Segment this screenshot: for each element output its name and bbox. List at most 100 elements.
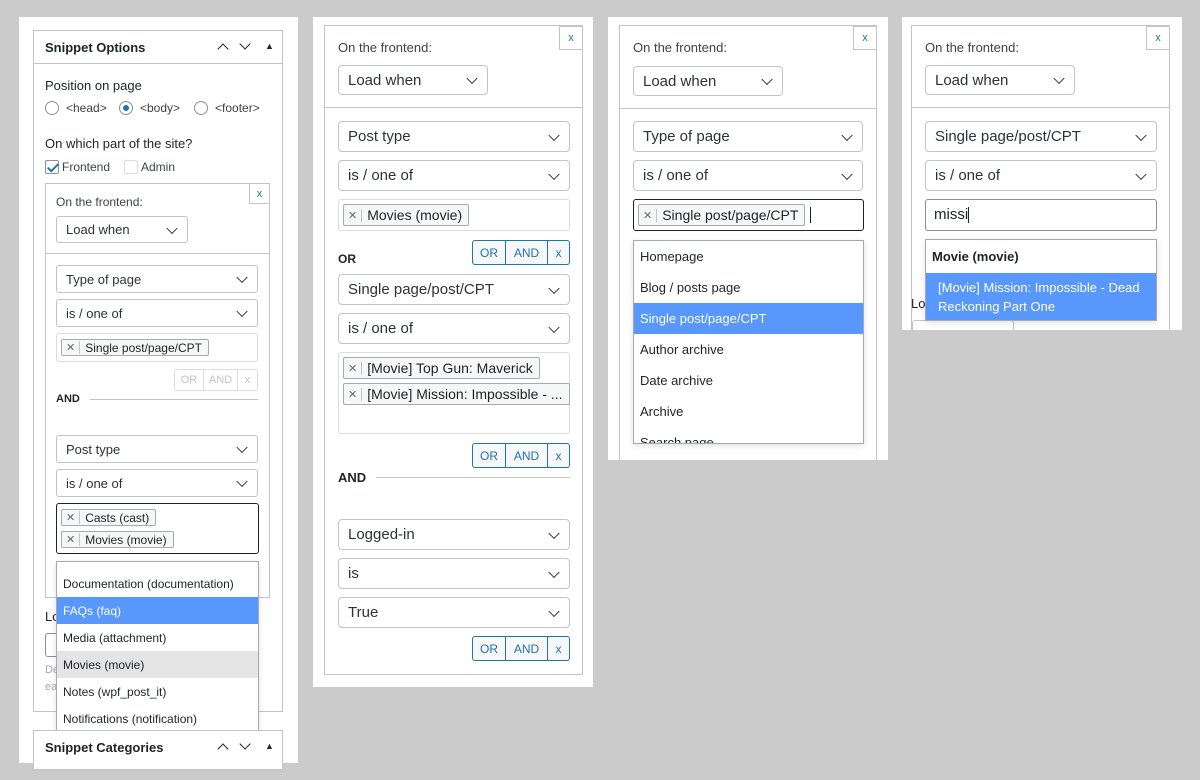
remove-tag-icon[interactable]: ✕ [66, 341, 81, 354]
remove-button[interactable]: x [238, 369, 258, 391]
radio-footer[interactable] [194, 101, 208, 115]
operator-select-2[interactable]: is / one of [56, 469, 258, 497]
dropdown-option[interactable]: Notifications (notification) [57, 705, 258, 732]
tag-label: Movies (movie) [367, 207, 463, 223]
frontend-checkbox[interactable] [45, 160, 59, 174]
and-divider-line [90, 399, 258, 400]
chevron-down-icon [236, 475, 248, 488]
close-conditions-button-3[interactable]: x [853, 26, 877, 50]
operator-select-p2b[interactable]: is / one of [338, 313, 570, 344]
condition-button-group-2: OR AND x [472, 240, 570, 265]
operator-select[interactable]: is / one of [56, 299, 258, 327]
page-type-dropdown: Homepage Blog / posts page Single post/p… [633, 240, 864, 444]
load-when-select[interactable]: Load when [56, 216, 188, 243]
operator-value-p2a: is / one of [348, 167, 414, 184]
logged-in-select[interactable]: Logged-in [338, 519, 570, 550]
type-of-page-select[interactable]: Type of page [56, 265, 258, 293]
true-select[interactable]: True [338, 597, 570, 628]
dropdown-option[interactable]: Media (attachment) [57, 624, 258, 651]
remove-tag-icon[interactable]: ✕ [348, 208, 363, 222]
remove-tag-icon[interactable]: ✕ [66, 511, 81, 524]
remove-button[interactable]: x [548, 636, 570, 661]
close-conditions-button-4[interactable]: x [1146, 26, 1170, 50]
remove-tag-icon[interactable]: ✕ [66, 533, 81, 546]
or-button[interactable]: OR [472, 443, 506, 468]
chevron-down-icon [761, 73, 773, 86]
type-of-page-select-3[interactable]: Type of page [633, 121, 863, 152]
dropdown-option[interactable]: Documentation (documentation) [57, 570, 258, 597]
chevron-down-icon [236, 271, 248, 284]
and-button[interactable]: AND [506, 636, 548, 661]
text-cursor [968, 207, 970, 224]
load-when-select-4[interactable]: Load when [925, 65, 1075, 95]
radio-body[interactable] [119, 101, 133, 115]
snippet-categories-title: Snippet Categories [45, 740, 164, 755]
single-page-select-4[interactable]: Single page/post/CPT [925, 121, 1157, 152]
remove-tag-icon[interactable]: ✕ [643, 208, 658, 222]
frontend-header-divider-3 [620, 108, 876, 109]
tag-label: Movies (movie) [85, 532, 167, 547]
tag-label: Casts (cast) [85, 510, 150, 525]
load-when-value: Load when [66, 222, 130, 237]
or-button[interactable]: OR [174, 369, 204, 391]
snippet-options-header-divider [34, 63, 282, 64]
collapse-icon[interactable]: ▲ [265, 41, 274, 51]
frontend-header-divider [46, 253, 269, 254]
close-conditions-button[interactable]: x [249, 183, 270, 204]
dropdown-option[interactable]: FAQs (faq) [57, 597, 258, 624]
chevron-down-icon [548, 282, 560, 294]
operator-select-3[interactable]: is / one of [633, 160, 863, 191]
on-frontend-label-2: On the frontend: [338, 40, 432, 55]
and-divider-label-2: AND [338, 470, 367, 485]
radio-head[interactable] [45, 101, 59, 115]
text-cursor [810, 207, 811, 223]
chevron-down-icon [236, 305, 248, 318]
type-of-page-value-3: Type of page [643, 128, 730, 145]
and-button[interactable]: AND [506, 240, 548, 265]
logged-in-value: Logged-in [348, 526, 415, 543]
or-button[interactable]: OR [472, 636, 506, 661]
post-type-select[interactable]: Post type [56, 435, 258, 463]
on-frontend-label-3: On the frontend: [633, 40, 727, 55]
dropdown-option[interactable]: Homepage [634, 241, 863, 272]
load-when-value-4: Load when [935, 71, 1009, 89]
search-input[interactable]: missi [925, 199, 1157, 231]
remove-button[interactable]: x [548, 240, 570, 265]
dropdown-option[interactable]: Date archive [634, 365, 863, 396]
post-type-select-2[interactable]: Post type [338, 121, 570, 152]
dropdown-option[interactable]: Author archive [634, 334, 863, 365]
remove-button[interactable]: x [548, 443, 570, 468]
on-frontend-label: On the frontend: [56, 195, 143, 209]
radio-head-label: <head> [66, 101, 107, 115]
chevron-down-icon [236, 441, 248, 454]
dropdown-option[interactable]: Notes (wpf_post_it) [57, 678, 258, 705]
is-select[interactable]: is [338, 558, 570, 589]
load-when-select-3[interactable]: Load when [633, 66, 783, 96]
dropdown-option[interactable]: Movies (movie) [57, 651, 258, 678]
remove-tag-icon[interactable]: ✕ [348, 387, 363, 401]
condition-button-group-4: OR AND x [472, 636, 570, 661]
dropdown-option[interactable]: Archive [634, 396, 863, 427]
operator-select-p2a[interactable]: is / one of [338, 160, 570, 191]
collapse-icon[interactable]: ▲ [265, 741, 274, 751]
chevron-down-icon [548, 321, 560, 333]
single-page-select-2[interactable]: Single page/post/CPT [338, 274, 570, 305]
and-button[interactable]: AND [506, 443, 548, 468]
operator-value-3: is / one of [643, 167, 709, 184]
close-conditions-button-2[interactable]: x [559, 26, 583, 50]
remove-tag-icon[interactable]: ✕ [348, 361, 363, 375]
dropdown-option[interactable]: Search page [634, 427, 863, 443]
or-button[interactable]: OR [472, 240, 506, 265]
and-button[interactable]: AND [204, 369, 238, 391]
dropdown-option[interactable]: Blog / posts page [634, 272, 863, 303]
tag-casts: ✕ Casts (cast) [61, 509, 157, 526]
tag-movies-2: ✕ Movies (movie) [343, 204, 470, 226]
chevron-down-icon [548, 168, 560, 180]
admin-checkbox[interactable] [124, 160, 138, 174]
operator-select-4[interactable]: is / one of [925, 160, 1157, 191]
tag-label: [Movie] Top Gun: Maverick [367, 360, 533, 376]
radio-footer-label: <footer> [215, 101, 260, 115]
search-result-option[interactable]: [Movie] Mission: Impossible - Dead Recko… [926, 273, 1156, 320]
load-when-select-2[interactable]: Load when [338, 65, 488, 95]
dropdown-option[interactable]: Single post/page/CPT [634, 303, 863, 334]
